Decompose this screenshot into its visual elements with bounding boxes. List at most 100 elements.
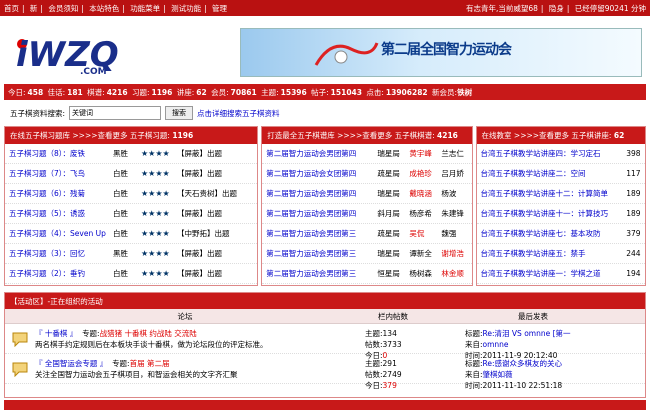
count-value: 379 xyxy=(382,381,397,390)
site-logo[interactable]: iWZQ .COM xyxy=(8,22,136,77)
forum-name[interactable]: 『 十番棋 』 xyxy=(35,329,77,338)
nav-home[interactable]: 首页 xyxy=(4,4,19,13)
exercise-link[interactable]: 五子棋习题（6）：残菊 xyxy=(5,188,113,199)
record-opening: 斜月局 xyxy=(377,209,400,218)
lecture-link[interactable]: 台湾五子棋教学站讲座四：学习定石 xyxy=(477,148,621,159)
advanced-search-link[interactable]: 点击详细搜索五子棋资料 xyxy=(197,108,280,119)
difficulty-stars: ★★★★ xyxy=(141,169,170,178)
col-forum: 论坛 xyxy=(177,311,193,321)
lecture-link[interactable]: 台湾五子棋教学站讲座七：基本攻防 xyxy=(477,228,621,239)
exercise-author: 【屏蔽】出题 xyxy=(177,269,222,278)
top-nav: 首页 | 新 | 会员须知 | 本站特色 | 功能菜单 | 测试功能 | 管理 xyxy=(4,3,228,13)
record-row: 第二届智力运动会男团第四 瑞星局 戴晓涵 杨波 xyxy=(262,184,472,204)
lecture-panel: 在线教室 >>>>查看更多 五子棋讲座: 62 台湾五子棋教学站讲座四：学习定石… xyxy=(475,126,646,286)
last-post-author[interactable]: 肇棋如薇 xyxy=(483,370,513,379)
last-post: 标题:Re:清泪 VS omnne [第一 来自:omnne 时间:2011-11-… xyxy=(421,324,645,360)
exercise-link[interactable]: 五子棋习题（4）：Seven Up xyxy=(5,228,113,239)
forum-desc: 两名棋手约定规则后在本板块手谈十番棋，做为论坛段位的评定标准。 xyxy=(35,340,268,349)
lecture-views: 379 xyxy=(626,229,641,238)
nav-new[interactable]: 新 xyxy=(30,4,38,13)
exercise-link[interactable]: 五子棋习题（2）：垂钓 xyxy=(5,268,113,279)
last-post-title-label: 标题: xyxy=(465,359,483,368)
record-link[interactable]: 第二届智力运动会男团第四 xyxy=(262,188,377,199)
lecture-link[interactable]: 台湾五子棋教学站讲座十一：计算技巧 xyxy=(477,208,621,219)
activity-section: 【活动区】-正在组织的活动 论坛 栏内帖数 最后发表 『 十番棋 』 专题:战猎… xyxy=(4,292,646,398)
last-post-title[interactable]: Re:清泪 VS omnne [第一 xyxy=(483,329,571,338)
record-link[interactable]: 第二届智力运动会男团第三 xyxy=(262,248,377,259)
lecture-link[interactable]: 台湾五子棋教学站讲座一：学棋之道 xyxy=(477,268,621,279)
record-row: 第二届智力运动会男团第三 恒星局 杨树森 林金顺 xyxy=(262,264,472,284)
exercise-link[interactable]: 五子棋习题（5）：诱惑 xyxy=(5,208,113,219)
forum-topics[interactable]: 战猎猪 十番棋 约战陆 交流陆 xyxy=(100,329,197,338)
lecture-link[interactable]: 台湾五子棋教学站讲座十二：计算简单 xyxy=(477,188,621,199)
exercise-panel: 在线五子棋习题库 >>>>查看更多 五子棋习题: 1196 五子棋习题（8）：废… xyxy=(4,126,259,286)
count-label: 帖数: xyxy=(365,370,383,379)
lecture-row: 台湾五子棋教学站讲座七：基本攻防 379 xyxy=(476,224,645,244)
lecture-row: 台湾五子棋教学站讲座十二：计算简单 189 xyxy=(476,184,645,204)
difficulty-stars: ★★★★ xyxy=(141,189,170,198)
search-input[interactable] xyxy=(69,106,162,120)
activity-row: 『 十番棋 』 专题:战猎猪 十番棋 约战陆 交流陆两名棋手约定规则后在本板块手… xyxy=(5,324,645,360)
exercise-side: 黑胜 xyxy=(113,149,128,158)
record-link[interactable]: 第二届智力运动会男团第三 xyxy=(262,268,377,279)
record-link[interactable]: 第二届智力运动会男团第三 xyxy=(262,228,377,239)
exercise-link[interactable]: 五子棋习题（3）：回忆 xyxy=(5,248,113,259)
nav-admin[interactable]: 管理 xyxy=(212,4,227,13)
record-row: 第二届智力运动会男团第四 斜月局 杨彦希 朱建锋 xyxy=(262,204,472,224)
lecture-views: 244 xyxy=(626,249,641,258)
last-post-title[interactable]: Re:感谢众多棋友的关心 xyxy=(483,359,563,368)
record-white: 魏强 xyxy=(441,229,457,238)
record-black: 杨彦希 xyxy=(409,209,432,218)
record-link[interactable]: 第二届智力运动会女团第四 xyxy=(262,168,377,179)
record-link[interactable]: 第二届智力运动会男团第四 xyxy=(262,148,377,159)
panels: 在线五子棋习题库 >>>>查看更多 五子棋习题: 1196 五子棋习题（8）：废… xyxy=(0,126,650,286)
last-post-time-label: 时间: xyxy=(465,381,483,390)
record-link[interactable]: 第二届智力运动会男团第四 xyxy=(262,208,377,219)
nav-test[interactable]: 测试功能 xyxy=(171,4,201,13)
activity-columns: 论坛 栏内帖数 最后发表 xyxy=(5,309,645,324)
topic-label: 专题: xyxy=(82,329,100,338)
forum-name[interactable]: 『 全国智运会专题 』 xyxy=(35,359,107,368)
search-button[interactable]: 搜索 xyxy=(165,106,194,120)
record-white: 吕月娇 xyxy=(441,169,464,178)
count-value: 3733 xyxy=(382,340,402,349)
topic-label: 专题: xyxy=(112,359,130,368)
record-black: 戴晓涵 xyxy=(409,189,432,198)
last-post: 标题:Re:感谢众多棋友的关心 来自:肇棋如薇 时间:2011-11-10 22:5… xyxy=(421,354,645,390)
stealth-link[interactable]: 隐身 xyxy=(549,4,564,13)
lecture-link[interactable]: 台湾五子棋教学站讲座二：空间 xyxy=(477,168,621,179)
lecture-link[interactable]: 台湾五子棋教学站讲座五：禁手 xyxy=(477,248,621,259)
last-post-author[interactable]: omnne xyxy=(483,340,509,349)
user-status: 有志青年,当前威望68 | 隐身 | 已经停留90241 分钟 xyxy=(465,3,646,13)
ad-banner[interactable]: 第二届全国智力运动会 xyxy=(240,28,642,77)
gamerecord-panel-header: 打造最全五子棋谱库 >>>>查看更多 五子棋棋谱: 4216 xyxy=(262,127,472,144)
record-white: 谢增浩 xyxy=(441,249,464,258)
activity-header: 【活动区】-正在组织的活动 xyxy=(5,293,645,309)
count-label: 今日: xyxy=(365,381,383,390)
forum-topics[interactable]: 首届 第二届 xyxy=(130,359,170,368)
exercise-side: 白胜 xyxy=(113,189,128,198)
exercise-panel-header: 在线五子棋习题库 >>>>查看更多 五子棋习题: 1196 xyxy=(5,127,258,144)
new-member-link[interactable]: 铁树 xyxy=(457,87,472,98)
nav-menu[interactable]: 功能菜单 xyxy=(130,4,160,13)
lecture-row: 台湾五子棋教学站讲座一：学棋之道 194 xyxy=(476,264,645,284)
swirl-icon xyxy=(314,42,379,66)
nav-features[interactable]: 本站特色 xyxy=(89,4,119,13)
difficulty-stars: ★★★★ xyxy=(141,269,170,278)
exercise-row: 五子棋习题（5）：诱惑 白胜 ★★★★ 【屏蔽】出题 xyxy=(5,204,258,224)
gamerecord-panel: 打造最全五子棋谱库 >>>>查看更多 五子棋棋谱: 4216 第二届智力运动会男… xyxy=(261,126,473,286)
header-banner: iWZQ .COM 第二届全国智力运动会 xyxy=(0,16,650,84)
nav-member-notice[interactable]: 会员须知 xyxy=(48,4,78,13)
lecture-row: 台湾五子棋教学站讲座五：禁手 244 xyxy=(476,244,645,264)
exercise-link[interactable]: 五子棋习题（7）：飞鸟 xyxy=(5,168,113,179)
exercise-side: 白胜 xyxy=(113,229,128,238)
exercise-row: 五子棋习题（2）：垂钓 白胜 ★★★★ 【屏蔽】出题 xyxy=(5,264,258,284)
exercise-author: 【中野拓】出题 xyxy=(177,229,230,238)
ad-text: 第二届全国智力运动会 xyxy=(381,42,512,58)
forum-desc: 关注全国智力运动会五子棋项目，和智运会相关的文字齐汇聚 xyxy=(35,370,238,379)
exercise-link[interactable]: 五子棋习题（8）：废铁 xyxy=(5,148,113,159)
exercise-author: 【屏蔽】出题 xyxy=(177,149,222,158)
record-row: 第二届智力运动会男团第三 瑞星局 谭新全 谢增浩 xyxy=(262,244,472,264)
search-bar: 五子棋资料搜索: 搜索 点击详细搜索五子棋资料 xyxy=(0,100,650,126)
lecture-views: 189 xyxy=(626,189,641,198)
